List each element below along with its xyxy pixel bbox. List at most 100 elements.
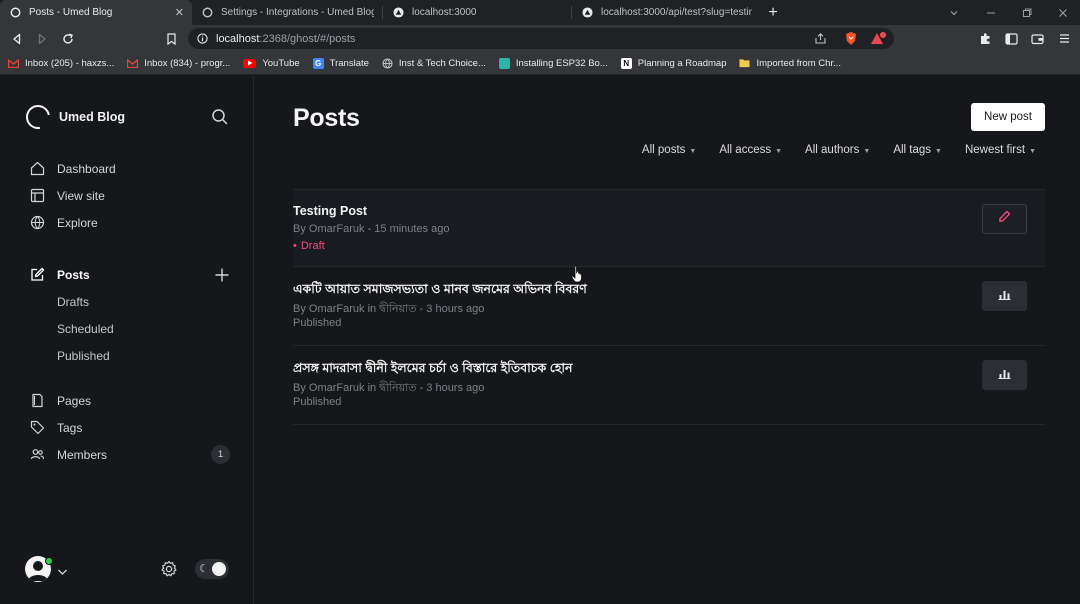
- post-row[interactable]: Testing Post By OmarFaruk - 15 minutes a…: [293, 189, 1045, 267]
- pencil-icon: [998, 210, 1011, 228]
- sidebar-item-tags[interactable]: Tags: [30, 420, 82, 435]
- sidebar-item-drafts[interactable]: Drafts: [57, 295, 89, 309]
- analytics-icon: [998, 287, 1011, 305]
- tab-posts[interactable]: Posts - Umed Blog ✕: [0, 0, 192, 25]
- post-title[interactable]: একটি আয়াত সমাজসভ্যতা ও মানব জনমের অভিনব…: [293, 281, 587, 301]
- post-title[interactable]: প্রসঙ্গ মাদরাসা দ্বীনী ইলমের চর্চা ও বিস…: [293, 360, 573, 380]
- analytics-icon: [998, 366, 1011, 384]
- sidebar-item-members[interactable]: Members: [30, 447, 107, 462]
- ghost-favicon-icon: [202, 7, 213, 18]
- post-row[interactable]: একটি আয়াত সমাজসভ্যতা ও মানব জনমের অভিনব…: [293, 267, 1045, 346]
- theme-toggle[interactable]: ☾: [195, 559, 229, 579]
- gmail-icon: [127, 58, 139, 69]
- page-title: Posts: [293, 104, 360, 132]
- wallet-icon[interactable]: [1024, 26, 1050, 52]
- site-name: Umed Blog: [59, 110, 125, 124]
- bookmark-label: Translate: [329, 57, 369, 69]
- edit-square-icon: [30, 267, 45, 282]
- chevron-down-icon: ▼: [1029, 147, 1036, 155]
- ghost-favicon-icon: [10, 7, 21, 18]
- close-window-icon[interactable]: [1046, 0, 1080, 25]
- bookmark-item[interactable]: G Translate: [312, 57, 369, 69]
- triangle-favicon-icon: [393, 7, 404, 18]
- bookmark-label: Inbox (205) - haxzs...: [25, 57, 115, 69]
- address-bar[interactable]: localhost:2368/ghost/#/posts: [188, 28, 894, 49]
- browser-toolbar: localhost:2368/ghost/#/posts: [0, 25, 1080, 52]
- share-icon[interactable]: [814, 32, 827, 48]
- close-tab-icon[interactable]: ✕: [175, 6, 184, 19]
- filter-type[interactable]: All posts ▼: [642, 144, 696, 156]
- filter-sort[interactable]: Newest first ▼: [965, 144, 1036, 156]
- moon-icon: ☾: [199, 563, 209, 575]
- site-brand[interactable]: Umed Blog: [21, 100, 125, 134]
- post-analytics-button[interactable]: [982, 360, 1027, 390]
- youtube-icon: [243, 58, 257, 68]
- sidebar-toggle-icon[interactable]: [998, 26, 1024, 52]
- minimize-icon[interactable]: [974, 0, 1008, 25]
- sidebar-item-label: View site: [57, 188, 105, 203]
- brave-shield-icon[interactable]: [844, 31, 858, 49]
- sidebar-item-pages[interactable]: Pages: [30, 393, 91, 408]
- tab-localhost-api-test[interactable]: localhost:3000/api/test?slug=testing-: [572, 0, 760, 25]
- chevron-down-icon: ▼: [935, 147, 942, 155]
- forward-icon[interactable]: [29, 26, 55, 52]
- filter-access[interactable]: All access ▼: [719, 144, 782, 156]
- site-info-icon[interactable]: [197, 33, 208, 44]
- filter-authors[interactable]: All authors ▼: [805, 144, 870, 156]
- chevron-down-icon: ▼: [689, 147, 697, 155]
- bookmark-item[interactable]: Inst & Tech Choice...: [382, 58, 486, 69]
- search-icon[interactable]: [211, 108, 229, 126]
- tab-localhost-3000[interactable]: localhost:3000: [383, 0, 571, 25]
- online-status-dot: [45, 557, 53, 565]
- tab-search-chevron-icon[interactable]: [937, 0, 971, 25]
- bookmark-item[interactable]: Imported from Chr...: [739, 58, 841, 69]
- notion-icon: N: [620, 57, 632, 69]
- sidebar-item-explore[interactable]: Explore: [30, 215, 98, 230]
- reload-icon[interactable]: [55, 26, 81, 52]
- url-path: :2368/ghost/#/posts: [259, 32, 356, 45]
- globe-icon: [382, 57, 393, 69]
- filter-label: All authors: [805, 144, 860, 156]
- menu-icon[interactable]: [1051, 26, 1077, 52]
- add-post-icon[interactable]: [213, 266, 231, 284]
- post-title[interactable]: Testing Post: [293, 204, 367, 218]
- tab-settings-integrations[interactable]: Settings - Integrations - Umed Blog: [192, 0, 382, 25]
- bookmark-label: YouTube: [262, 57, 300, 69]
- new-tab-button[interactable]: +: [760, 0, 786, 25]
- filter-label: All posts: [641, 144, 686, 156]
- sidebar-item-scheduled[interactable]: Scheduled: [57, 322, 114, 336]
- site-icon: [498, 57, 510, 69]
- bookmark-item[interactable]: N Planning a Roadmap: [620, 57, 726, 69]
- filter-label: Newest first: [964, 144, 1026, 156]
- post-analytics-button[interactable]: [982, 281, 1027, 311]
- brave-rewards-icon[interactable]: [870, 30, 888, 49]
- bookmark-item[interactable]: Installing ESP32 Bo...: [498, 57, 608, 69]
- edit-post-button[interactable]: [982, 204, 1027, 234]
- back-icon[interactable]: [4, 26, 30, 52]
- chevron-down-icon[interactable]: [57, 563, 68, 581]
- bookmark-item[interactable]: Inbox (834) - progr...: [127, 58, 230, 69]
- sidebar-item-label: Members: [57, 447, 108, 462]
- gear-icon[interactable]: [160, 560, 178, 578]
- home-icon: [30, 161, 45, 176]
- filter-label: All access: [719, 144, 772, 156]
- sidebar-item-dashboard[interactable]: Dashboard: [30, 161, 116, 176]
- restore-icon[interactable]: [1010, 0, 1044, 25]
- bookmark-item[interactable]: YouTube: [243, 57, 300, 69]
- post-status: Published: [293, 396, 342, 408]
- tag-icon: [30, 420, 45, 435]
- bookmark-icon[interactable]: [158, 26, 184, 52]
- sidebar-item-published[interactable]: Published: [57, 349, 110, 363]
- sidebar-item-label: Tags: [57, 420, 83, 435]
- globe-icon: [30, 215, 45, 230]
- bookmark-label: Inst & Tech Choice...: [398, 57, 486, 69]
- toggle-knob: [212, 562, 226, 576]
- post-status: Draft: [293, 240, 325, 252]
- sidebar-item-view-site[interactable]: View site: [30, 188, 105, 203]
- new-post-button[interactable]: New post: [971, 103, 1045, 131]
- sidebar-item-posts[interactable]: Posts: [30, 267, 90, 282]
- filter-tags[interactable]: All tags ▼: [893, 144, 942, 156]
- extensions-icon[interactable]: [972, 26, 998, 52]
- bookmark-item[interactable]: Inbox (205) - haxzs...: [8, 58, 114, 69]
- post-row[interactable]: প্রসঙ্গ মাদরাসা দ্বীনী ইলমের চর্চা ও বিস…: [293, 346, 1045, 425]
